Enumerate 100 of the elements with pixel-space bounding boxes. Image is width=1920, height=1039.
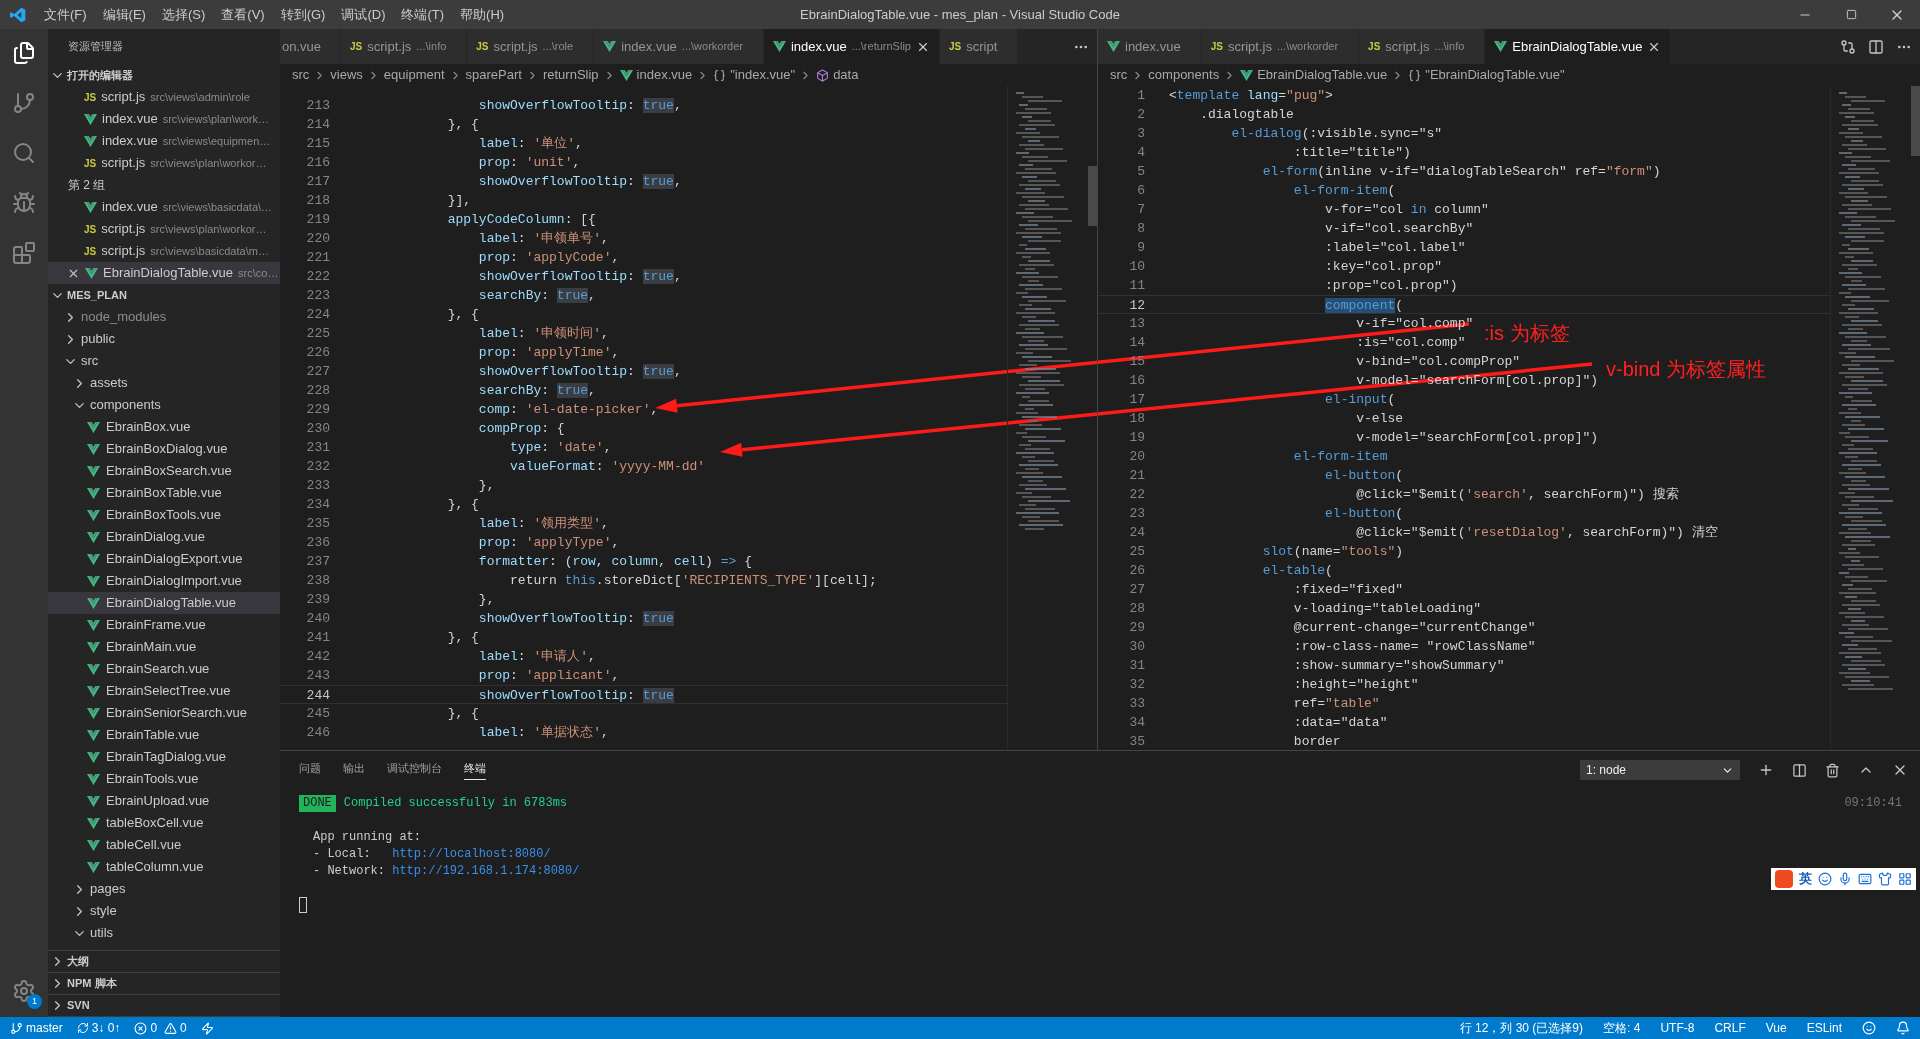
menu-item[interactable]: 文件(F) bbox=[36, 4, 95, 25]
file-item[interactable]: EbrainDialogImport.vue bbox=[48, 570, 280, 592]
folder-item[interactable]: src bbox=[48, 350, 280, 372]
folder-item[interactable]: utils bbox=[48, 922, 280, 944]
new-terminal-icon[interactable] bbox=[1758, 762, 1774, 778]
file-item[interactable]: EbrainDialogExport.vue bbox=[48, 548, 280, 570]
ime-mode[interactable]: 英 bbox=[1799, 869, 1812, 889]
editor-tab[interactable]: index.vue ...\workorder bbox=[594, 29, 764, 64]
status-item[interactable]: Vue bbox=[1765, 1019, 1787, 1037]
file-item[interactable]: EbrainBoxTable.vue bbox=[48, 482, 280, 504]
file-item[interactable]: EbrainTable.vue bbox=[48, 724, 280, 746]
breadcrumb[interactable]: views bbox=[330, 65, 363, 85]
compare-icon[interactable] bbox=[1840, 38, 1856, 55]
section-header[interactable]: 打开的编辑器 bbox=[48, 64, 280, 86]
open-editor-item[interactable]: index.vue src\views\basicdata\… bbox=[48, 196, 280, 218]
bug-icon[interactable] bbox=[12, 191, 36, 215]
warning-count[interactable]: 0 bbox=[180, 1019, 187, 1037]
breadcrumb[interactable]: sparePart bbox=[465, 65, 522, 85]
breadcrumb[interactable]: components bbox=[1148, 65, 1220, 85]
file-item[interactable]: EbrainSelectTree.vue bbox=[48, 680, 280, 702]
smiley-icon[interactable] bbox=[1862, 1021, 1876, 1035]
emoji-icon[interactable] bbox=[1818, 872, 1832, 886]
file-item[interactable]: EbrainTagDialog.vue bbox=[48, 746, 280, 768]
breadcrumb[interactable]: data bbox=[833, 65, 859, 85]
folder-item[interactable]: style bbox=[48, 900, 280, 922]
file-item[interactable]: tableColumn.vue bbox=[48, 856, 280, 878]
status-item[interactable]: UTF-8 bbox=[1660, 1019, 1695, 1037]
sync-status[interactable]: 3↓ 0↑ bbox=[91, 1019, 121, 1037]
file-item[interactable]: EbrainFrame.vue bbox=[48, 614, 280, 636]
branch-icon[interactable] bbox=[10, 1021, 23, 1035]
panel-tab[interactable]: 输出 bbox=[343, 759, 365, 781]
file-item[interactable]: EbrainDialogTable.vue bbox=[48, 592, 280, 614]
menu-item[interactable]: 转到(G) bbox=[272, 4, 334, 25]
file-item[interactable]: EbrainUpload.vue bbox=[48, 790, 280, 812]
panel-tab[interactable]: 调试控制台 bbox=[387, 759, 442, 781]
open-editor-item[interactable]: index.vue src\views\plan\work… bbox=[48, 108, 280, 130]
open-editor-item[interactable]: JS script.js src\views\admin\role bbox=[48, 86, 280, 108]
mic-icon[interactable] bbox=[1838, 872, 1852, 886]
extensions-icon[interactable] bbox=[12, 241, 36, 265]
settings-icon[interactable] bbox=[12, 979, 36, 1003]
status-item[interactable]: CRLF bbox=[1714, 1019, 1746, 1037]
open-editor-item[interactable]: EbrainDialogTable.vue src\co… bbox=[48, 262, 280, 284]
open-editor-item[interactable]: JS script.js src\views\plan\workor… bbox=[48, 152, 280, 174]
file-item[interactable]: tableBoxCell.vue bbox=[48, 812, 280, 834]
menu-item[interactable]: 调试(D) bbox=[333, 4, 394, 25]
menu-item[interactable]: 编辑(E) bbox=[94, 4, 154, 25]
breadcrumb[interactable]: "EbrainDialogTable.vue" bbox=[1425, 65, 1565, 85]
section-header[interactable]: MES_PLAN bbox=[48, 284, 280, 306]
folder-item[interactable]: components bbox=[48, 394, 280, 416]
ime-toolbar[interactable]: 英 bbox=[1771, 868, 1916, 890]
restore-icon[interactable] bbox=[1845, 9, 1857, 20]
open-editor-item[interactable]: JS script.js src\views\basicdata\m… bbox=[48, 240, 280, 262]
file-item[interactable]: EbrainSeniorSearch.vue bbox=[48, 702, 280, 724]
menu-item[interactable]: 终端(T) bbox=[393, 4, 453, 25]
terminal-link[interactable]: http://localhost:8080/ bbox=[392, 846, 551, 863]
open-editor-item[interactable]: index.vue src\views\equipmen… bbox=[48, 130, 280, 152]
editor-tab[interactable]: JS script.js ...\role bbox=[467, 29, 595, 64]
error-count[interactable]: 0 bbox=[150, 1019, 158, 1037]
panel-tab[interactable]: 终端 bbox=[464, 759, 486, 781]
editor-tab[interactable]: JS script.js ...\info bbox=[1359, 29, 1486, 64]
section-header[interactable]: NPM 脚本 bbox=[48, 973, 280, 995]
branch-name[interactable]: master bbox=[26, 1019, 63, 1037]
breadcrumb[interactable]: index.vue bbox=[636, 65, 693, 85]
keyboard-icon[interactable] bbox=[1858, 872, 1872, 886]
file-item[interactable]: EbrainMain.vue bbox=[48, 636, 280, 658]
trash-icon[interactable] bbox=[1825, 762, 1840, 778]
menu-item[interactable]: 帮助(H) bbox=[452, 4, 513, 25]
menu-item[interactable]: 查看(V) bbox=[213, 4, 273, 25]
editor-tab[interactable]: JS script.js ...\info bbox=[341, 29, 468, 64]
files-icon[interactable] bbox=[12, 41, 36, 65]
panel-tab[interactable]: 问题 bbox=[299, 759, 321, 781]
grid-icon[interactable] bbox=[1898, 872, 1912, 886]
editor-tab[interactable]: index.vue ...\returnSlip bbox=[764, 29, 940, 64]
bell-icon[interactable] bbox=[1896, 1021, 1910, 1035]
file-item[interactable]: EbrainBoxDialog.vue bbox=[48, 438, 280, 460]
shirt-icon[interactable] bbox=[1878, 872, 1892, 886]
lightning-icon[interactable] bbox=[200, 1021, 214, 1035]
terminal-select[interactable]: 1: node bbox=[1580, 760, 1740, 780]
sync-icon[interactable] bbox=[76, 1022, 89, 1034]
folder-item[interactable]: assets bbox=[48, 372, 280, 394]
section-header[interactable]: 大纲 bbox=[48, 951, 280, 973]
status-item[interactable]: ESLint bbox=[1806, 1019, 1842, 1037]
editor-tab[interactable]: index.vue bbox=[1098, 29, 1202, 64]
split-editor-icon[interactable] bbox=[1868, 38, 1884, 55]
folder-item[interactable]: pages bbox=[48, 878, 280, 900]
breadcrumb[interactable]: EbrainDialogTable.vue bbox=[1257, 65, 1388, 85]
file-item[interactable]: EbrainBoxSearch.vue bbox=[48, 460, 280, 482]
terminal-link[interactable]: http://192.168.1.174:8080/ bbox=[392, 863, 580, 880]
status-item[interactable]: 空格: 4 bbox=[1603, 1019, 1641, 1037]
file-item[interactable]: EbrainSearch.vue bbox=[48, 658, 280, 680]
editor-tab[interactable]: on.vue bbox=[280, 29, 342, 64]
error-icon[interactable] bbox=[134, 1021, 148, 1035]
status-item[interactable]: 行 12，列 30 (已选择9) bbox=[1459, 1019, 1584, 1037]
source-control-icon[interactable] bbox=[12, 91, 36, 115]
menu-item[interactable]: 选择(S) bbox=[153, 4, 214, 25]
editor-tab[interactable]: EbrainDialogTable.vue bbox=[1485, 29, 1672, 64]
warning-icon[interactable] bbox=[164, 1021, 178, 1035]
file-item[interactable]: tableCell.vue bbox=[48, 834, 280, 856]
breadcrumb[interactable]: src bbox=[1110, 65, 1128, 85]
file-item[interactable]: EbrainDialog.vue bbox=[48, 526, 280, 548]
